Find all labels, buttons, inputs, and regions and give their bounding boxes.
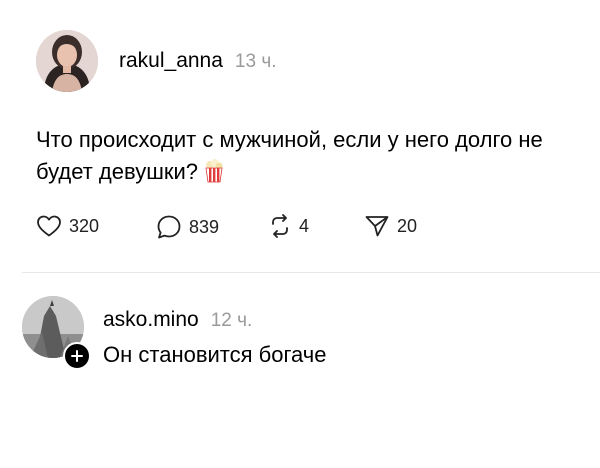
reply-text: Он становится богаче — [103, 342, 327, 367]
repost-icon — [272, 214, 288, 238]
divider — [22, 272, 600, 273]
repost-count: 4 — [299, 215, 310, 236]
like-count: 320 — [69, 215, 100, 236]
repost-button[interactable]: 4 — [268, 214, 309, 238]
avatar[interactable] — [36, 30, 98, 92]
reply-username[interactable]: asko.mino — [103, 308, 199, 332]
comment-button[interactable]: 839 — [156, 214, 219, 240]
thread-post: rakul_anna 13 ч. Что происходит с мужчин… — [0, 0, 600, 272]
post-body: Что происходит с мужчиной, если у него д… — [36, 127, 543, 184]
user-photo-icon — [36, 30, 98, 92]
popcorn-icon — [204, 159, 224, 192]
follow-button[interactable] — [63, 342, 91, 370]
share-count: 20 — [397, 215, 418, 236]
like-button[interactable]: 320 — [36, 214, 99, 238]
share-button[interactable]: 20 — [364, 214, 417, 238]
reply-header: asko.mino 12 ч. — [103, 308, 252, 332]
send-icon — [365, 216, 389, 237]
heart-icon — [37, 215, 61, 237]
post-text: Что происходит с мужчиной, если у него д… — [36, 124, 576, 192]
timestamp: 13 ч. — [234, 51, 277, 72]
username[interactable]: rakul_anna — [119, 49, 223, 73]
comment-bubble-icon — [157, 215, 181, 239]
post-header: rakul_anna 13 ч. — [119, 49, 277, 73]
reply-timestamp: 12 ч. — [210, 310, 253, 331]
comment-count: 839 — [189, 216, 220, 237]
plus-icon — [71, 350, 83, 362]
